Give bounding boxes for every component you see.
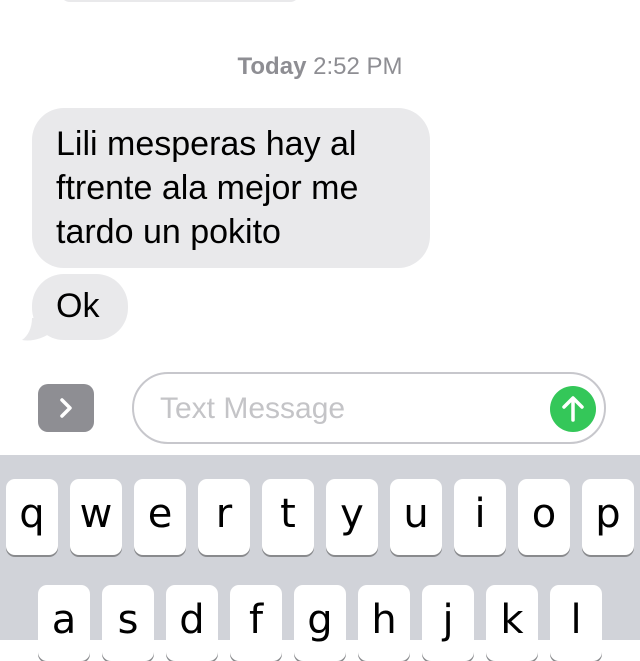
keyboard: q w e r t y u i o p a s d f g h j k l [0,455,640,661]
key-r[interactable]: r [198,479,250,555]
key-o[interactable]: o [518,479,570,555]
timestamp-day: Today [237,53,307,80]
timestamp-time: 2:52 PM [313,53,403,80]
key-k[interactable]: k [486,585,538,661]
key-y[interactable]: y [326,479,378,555]
key-t[interactable]: t [262,479,314,555]
arrow-up-icon [562,396,584,422]
key-p[interactable]: p [582,479,634,555]
key-h[interactable]: h [358,585,410,661]
received-message-bubble[interactable]: Lili mesperas hay al ftrente ala mejor m… [32,108,430,268]
key-d[interactable]: d [166,585,218,661]
key-s[interactable]: s [102,585,154,661]
key-a[interactable]: a [38,585,90,661]
key-u[interactable]: u [390,479,442,555]
message-input[interactable]: Text Message [132,372,606,444]
send-button[interactable] [550,386,596,432]
key-f[interactable]: f [230,585,282,661]
key-w[interactable]: w [70,479,122,555]
key-j[interactable]: j [422,585,474,661]
message-line: ftrente ala mejor me [56,169,359,207]
key-g[interactable]: g [294,585,346,661]
key-i[interactable]: i [454,479,506,555]
expand-apps-button[interactable] [38,384,94,432]
received-message-bubble[interactable]: Ok [32,274,128,340]
chevron-right-icon [60,398,72,418]
message-line: Lili mesperas hay al [56,125,357,163]
key-l[interactable]: l [550,585,602,661]
message-timestamp: Today 2:52 PM [0,52,640,82]
previous-message-bubble-edge [60,0,300,2]
message-line: tardo un pokito [56,213,281,251]
key-e[interactable]: e [134,479,186,555]
message-line: Ok [56,287,100,325]
message-input-placeholder: Text Message [160,392,346,425]
key-q[interactable]: q [6,479,58,555]
